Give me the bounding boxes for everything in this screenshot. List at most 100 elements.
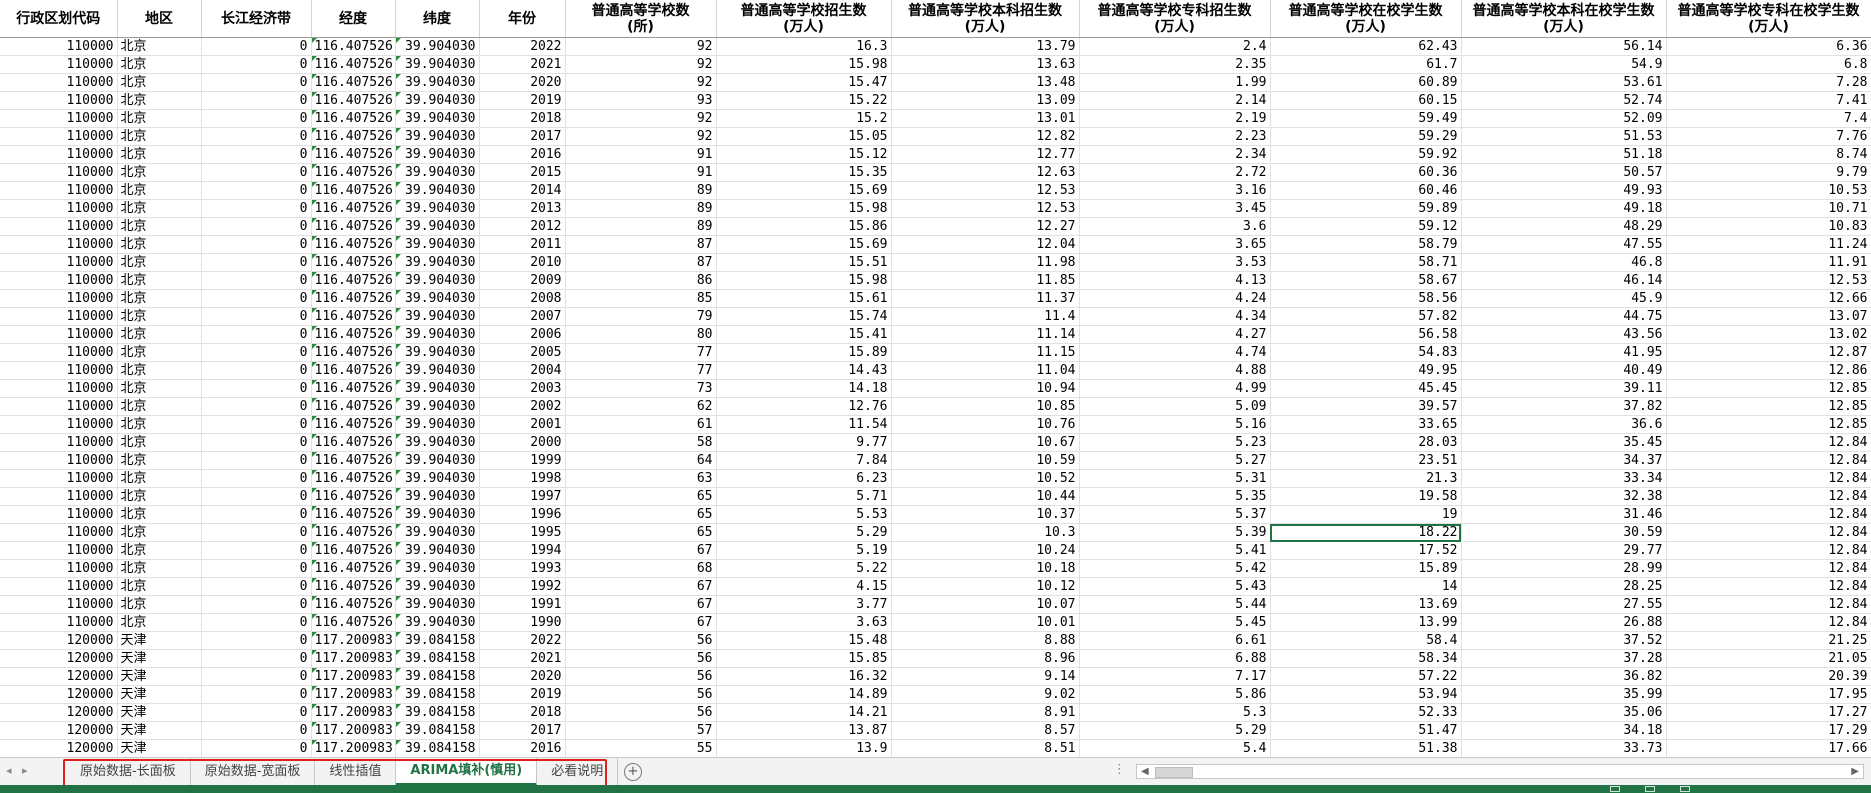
table-cell[interactable]: 0 bbox=[201, 217, 312, 236]
table-cell[interactable]: 39.904030 bbox=[395, 523, 480, 542]
table-cell[interactable]: 21.25 bbox=[1666, 631, 1871, 650]
table-cell[interactable]: 116.407526 bbox=[311, 253, 396, 272]
tab-scroll-right-icon[interactable]: ▸ bbox=[22, 764, 28, 777]
table-cell[interactable]: 4.13 bbox=[1079, 271, 1271, 290]
table-cell[interactable]: 2020 bbox=[479, 73, 566, 92]
table-cell[interactable]: 5.16 bbox=[1079, 415, 1271, 434]
scroll-left-icon[interactable]: ◀ bbox=[1141, 765, 1149, 778]
table-cell[interactable]: 0 bbox=[201, 613, 312, 632]
table-cell[interactable]: 12.85 bbox=[1666, 415, 1871, 434]
table-cell[interactable]: 15.98 bbox=[716, 199, 892, 218]
table-cell[interactable]: 2018 bbox=[479, 703, 566, 722]
table-cell[interactable]: 北京 bbox=[117, 577, 202, 596]
table-cell[interactable]: 0 bbox=[201, 379, 312, 398]
table-cell[interactable]: 2000 bbox=[479, 433, 566, 452]
column-header[interactable]: 普通高等学校专科在校学生数(万人) bbox=[1666, 0, 1871, 38]
table-cell[interactable]: 39.904030 bbox=[395, 163, 480, 182]
table-cell[interactable]: 12.84 bbox=[1666, 577, 1871, 596]
table-cell[interactable]: 1998 bbox=[479, 469, 566, 488]
table-cell[interactable]: 37.28 bbox=[1461, 649, 1667, 668]
table-cell[interactable]: 110000 bbox=[0, 181, 118, 200]
table-cell[interactable]: 2012 bbox=[479, 217, 566, 236]
table-cell[interactable]: 北京 bbox=[117, 127, 202, 146]
table-cell[interactable]: 5.19 bbox=[716, 541, 892, 560]
table-cell[interactable]: 3.77 bbox=[716, 595, 892, 614]
table-cell[interactable]: 北京 bbox=[117, 613, 202, 632]
table-cell[interactable]: 39.57 bbox=[1270, 397, 1462, 416]
table-cell[interactable]: 4.27 bbox=[1079, 325, 1271, 344]
table-cell[interactable]: 62 bbox=[565, 397, 717, 416]
table-cell[interactable]: 北京 bbox=[117, 307, 202, 326]
table-cell[interactable]: 0 bbox=[201, 577, 312, 596]
table-cell[interactable]: 116.407526 bbox=[311, 361, 396, 380]
table-cell[interactable]: 110000 bbox=[0, 199, 118, 218]
table-cell[interactable]: 39.084158 bbox=[395, 721, 480, 740]
table-cell[interactable]: 北京 bbox=[117, 55, 202, 74]
table-cell[interactable]: 116.407526 bbox=[311, 127, 396, 146]
table-cell[interactable]: 7.41 bbox=[1666, 91, 1871, 110]
table-cell[interactable]: 110000 bbox=[0, 91, 118, 110]
table-cell[interactable]: 116.407526 bbox=[311, 577, 396, 596]
table-cell[interactable]: 1999 bbox=[479, 451, 566, 470]
table-cell[interactable]: 5.37 bbox=[1079, 505, 1271, 524]
table-cell[interactable]: 89 bbox=[565, 217, 717, 236]
table-cell[interactable]: 110000 bbox=[0, 55, 118, 74]
table-cell[interactable]: 0 bbox=[201, 739, 312, 757]
table-cell[interactable]: 39.904030 bbox=[395, 433, 480, 452]
table-cell[interactable]: 57 bbox=[565, 721, 717, 740]
table-cell[interactable]: 13.09 bbox=[891, 91, 1080, 110]
table-cell[interactable]: 116.407526 bbox=[311, 91, 396, 110]
table-cell[interactable]: 12.77 bbox=[891, 145, 1080, 164]
table-cell[interactable]: 21.05 bbox=[1666, 649, 1871, 668]
table-cell[interactable]: 10.3 bbox=[891, 523, 1080, 542]
table-cell[interactable]: 7.4 bbox=[1666, 109, 1871, 128]
table-cell[interactable]: 58 bbox=[565, 433, 717, 452]
table-cell[interactable]: 116.407526 bbox=[311, 415, 396, 434]
table-cell[interactable]: 12.76 bbox=[716, 397, 892, 416]
table-cell[interactable]: 1996 bbox=[479, 505, 566, 524]
table-cell[interactable]: 北京 bbox=[117, 181, 202, 200]
table-cell[interactable]: 4.34 bbox=[1079, 307, 1271, 326]
table-cell[interactable]: 1993 bbox=[479, 559, 566, 578]
table-cell[interactable]: 15.61 bbox=[716, 289, 892, 308]
table-cell[interactable]: 35.45 bbox=[1461, 433, 1667, 452]
table-cell[interactable]: 58.34 bbox=[1270, 649, 1462, 668]
table-cell[interactable]: 64 bbox=[565, 451, 717, 470]
table-cell[interactable]: 89 bbox=[565, 199, 717, 218]
table-cell[interactable]: 2.34 bbox=[1079, 145, 1271, 164]
table-cell[interactable]: 0 bbox=[201, 163, 312, 182]
table-cell[interactable]: 12.84 bbox=[1666, 451, 1871, 470]
table-cell[interactable]: 116.407526 bbox=[311, 541, 396, 560]
table-cell[interactable]: 63 bbox=[565, 469, 717, 488]
table-cell[interactable]: 0 bbox=[201, 109, 312, 128]
table-cell[interactable]: 11.98 bbox=[891, 253, 1080, 272]
table-cell[interactable]: 116.407526 bbox=[311, 181, 396, 200]
table-cell[interactable]: 15.48 bbox=[716, 631, 892, 650]
column-header[interactable]: 普通高等学校本科招生数 (万人) bbox=[891, 0, 1080, 38]
table-cell[interactable]: 12.87 bbox=[1666, 343, 1871, 362]
table-cell[interactable]: 59.49 bbox=[1270, 109, 1462, 128]
table-cell[interactable]: 117.200983 bbox=[311, 721, 396, 740]
table-cell[interactable]: 92 bbox=[565, 109, 717, 128]
table-cell[interactable]: 59.89 bbox=[1270, 199, 1462, 218]
table-cell[interactable]: 56.14 bbox=[1461, 37, 1667, 56]
table-cell[interactable]: 39.904030 bbox=[395, 199, 480, 218]
table-cell[interactable]: 116.407526 bbox=[311, 73, 396, 92]
table-cell[interactable]: 23.51 bbox=[1270, 451, 1462, 470]
table-cell[interactable]: 56 bbox=[565, 667, 717, 686]
table-cell[interactable]: 116.407526 bbox=[311, 289, 396, 308]
table-cell[interactable]: 10.01 bbox=[891, 613, 1080, 632]
table-cell[interactable]: 0 bbox=[201, 595, 312, 614]
table-cell[interactable]: 12.85 bbox=[1666, 379, 1871, 398]
table-cell[interactable]: 8.51 bbox=[891, 739, 1080, 757]
table-cell[interactable]: 10.07 bbox=[891, 595, 1080, 614]
table-cell[interactable]: 0 bbox=[201, 325, 312, 344]
table-cell[interactable]: 36.82 bbox=[1461, 667, 1667, 686]
table-cell[interactable]: 10.67 bbox=[891, 433, 1080, 452]
table-cell[interactable]: 80 bbox=[565, 325, 717, 344]
table-cell[interactable]: 110000 bbox=[0, 541, 118, 560]
table-cell[interactable]: 14.21 bbox=[716, 703, 892, 722]
table-cell[interactable]: 92 bbox=[565, 127, 717, 146]
table-cell[interactable]: 天津 bbox=[117, 649, 202, 668]
more-options-icon[interactable]: ⋮ bbox=[1113, 762, 1126, 777]
